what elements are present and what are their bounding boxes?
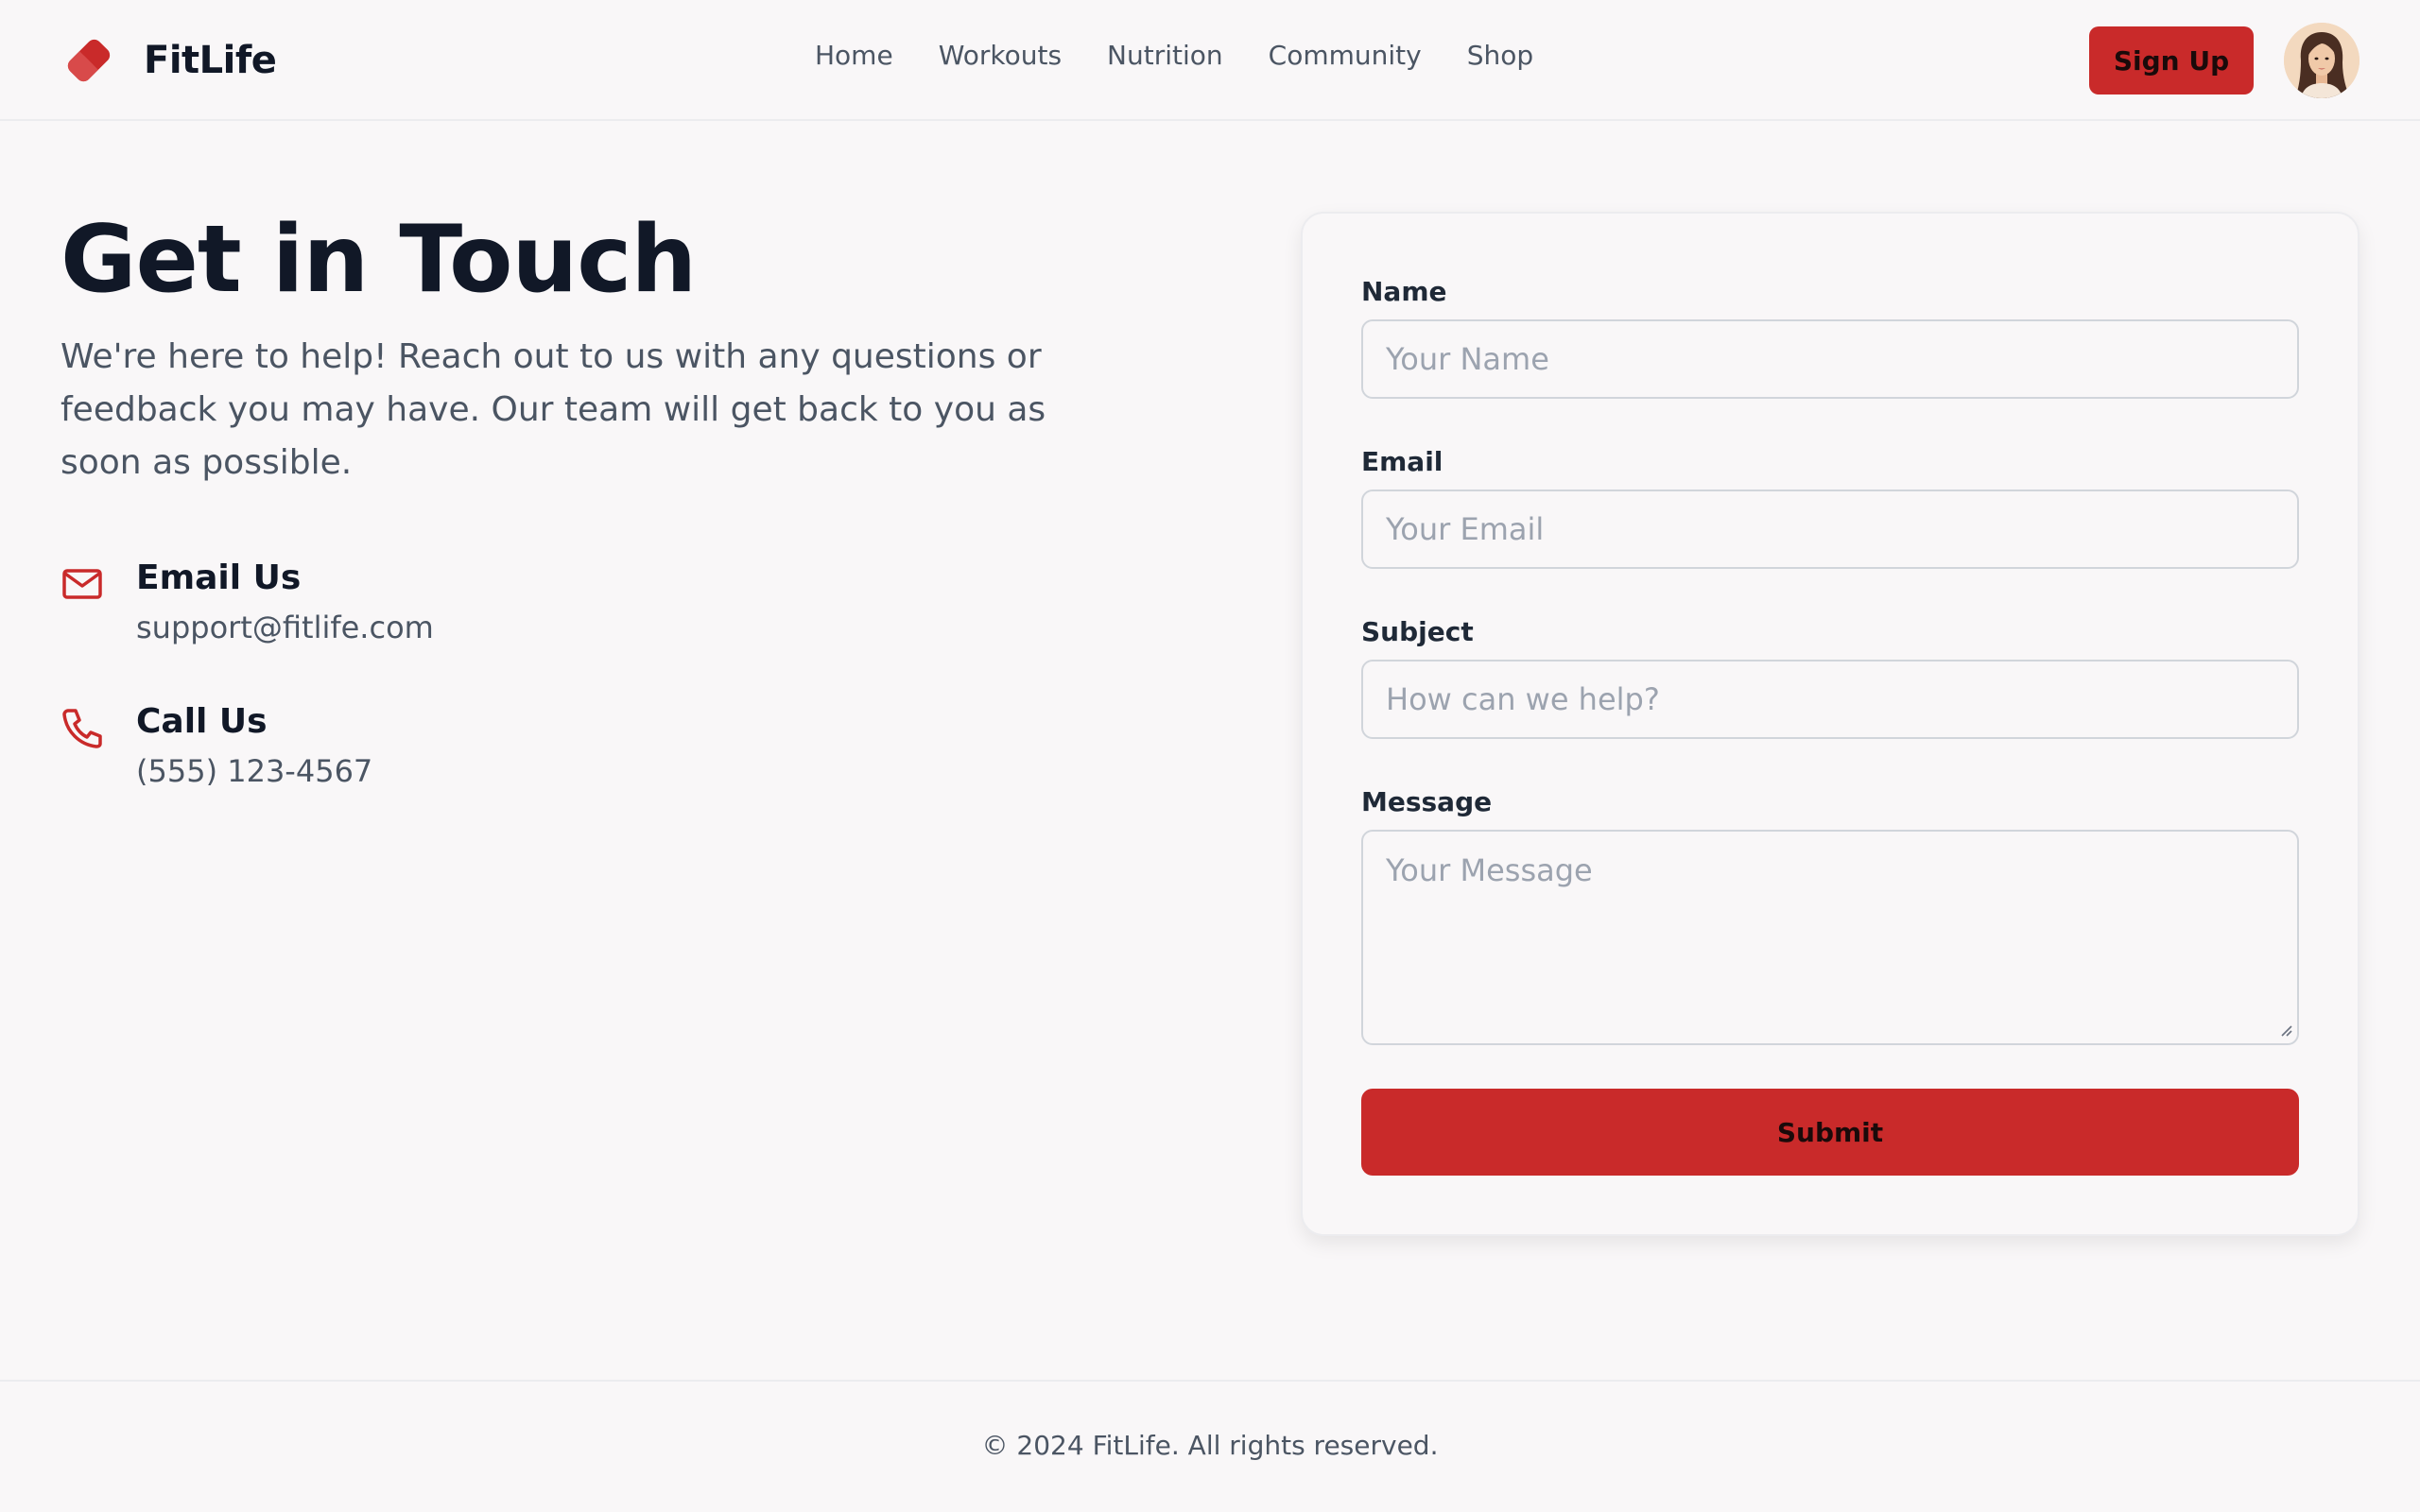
email-label: Email [1361,446,1443,477]
site-footer: © 2024 FitLife. All rights reserved. [0,1380,2420,1512]
email-input[interactable] [1361,490,2299,569]
contact-phone-title: Call Us [136,702,268,741]
page-title: Get in Touch [60,206,697,314]
user-avatar[interactable] [2284,23,2360,98]
contact-phone-value[interactable]: (555) 123-4567 [136,750,372,792]
dumbbell-weight-icon [60,32,117,89]
name-label: Name [1361,276,1447,307]
brand-name: FitLife [144,39,277,82]
brand[interactable]: FitLife [60,30,277,91]
subject-label: Subject [1361,616,1474,647]
nav-community[interactable]: Community [1269,40,1422,71]
nav-nutrition[interactable]: Nutrition [1107,40,1223,71]
contact-form: Name Email Subject Message Submit [1301,212,2360,1236]
nav-home[interactable]: Home [815,40,893,71]
contact-email: Email Us support@fitlife.com [60,556,434,648]
contact-email-value[interactable]: support@fitlife.com [136,607,434,648]
main-nav: Home Workouts Nutrition Community Shop [815,40,1533,71]
message-textarea[interactable] [1361,830,2299,1045]
contact-phone: Call Us (555) 123-4567 [60,699,372,792]
contact-email-title: Email Us [136,558,302,597]
nav-workouts[interactable]: Workouts [939,40,1062,71]
site-header: FitLife Home Workouts Nutrition Communit… [0,0,2420,121]
copyright-text: © 2024 FitLife. All rights reserved. [981,1429,1439,1461]
mail-icon [60,561,106,607]
name-input[interactable] [1361,319,2299,399]
phone-icon [60,705,106,750]
submit-button[interactable]: Submit [1361,1089,2299,1176]
intro-text: We're here to help! Reach out to us with… [60,337,1046,482]
nav-shop[interactable]: Shop [1467,40,1533,71]
resize-grip-icon[interactable] [2278,1022,2293,1038]
message-label: Message [1361,786,1493,817]
subject-input[interactable] [1361,660,2299,739]
signup-button[interactable]: Sign Up [2089,26,2254,94]
